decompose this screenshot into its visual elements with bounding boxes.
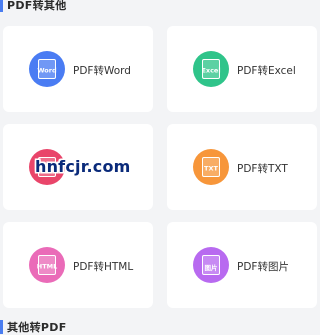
card-label: PDF转图片 (237, 261, 289, 273)
card-label: PDF转TXT (237, 163, 288, 175)
excel-doc-icon: Excel (193, 51, 229, 87)
section-header-other-to-pdf: 其他转PDF (0, 320, 67, 334)
section-accent-bar (0, 320, 3, 334)
card-pdf-to-excel[interactable]: Excel PDF转Excel (167, 26, 317, 112)
section-title: 其他转PDF (7, 321, 67, 334)
card-label: PDF转Excel (237, 65, 296, 77)
html-doc-icon: HTML (29, 247, 65, 283)
section-title: PDF转其他 (7, 0, 67, 12)
card-pdf-to-html[interactable]: HTML PDF转HTML (3, 222, 153, 308)
card-pdf-to-image[interactable]: 图片 PDF转图片 (167, 222, 317, 308)
card-label: PDF转Word (73, 65, 131, 77)
section-header-pdf-to-other: PDF转其他 (0, 0, 67, 12)
image-doc-icon: 图片 (193, 247, 229, 283)
card-pdf-to-word[interactable]: Word PDF转Word (3, 26, 153, 112)
section-accent-bar (0, 0, 3, 12)
card-label: PDF转HTML (73, 261, 134, 273)
txt-doc-icon: TXT (193, 149, 229, 185)
card-pdf-to-txt[interactable]: TXT PDF转TXT (167, 124, 317, 210)
watermark-text: hnfcjr.com (35, 157, 131, 176)
word-doc-icon: Word (29, 51, 65, 87)
